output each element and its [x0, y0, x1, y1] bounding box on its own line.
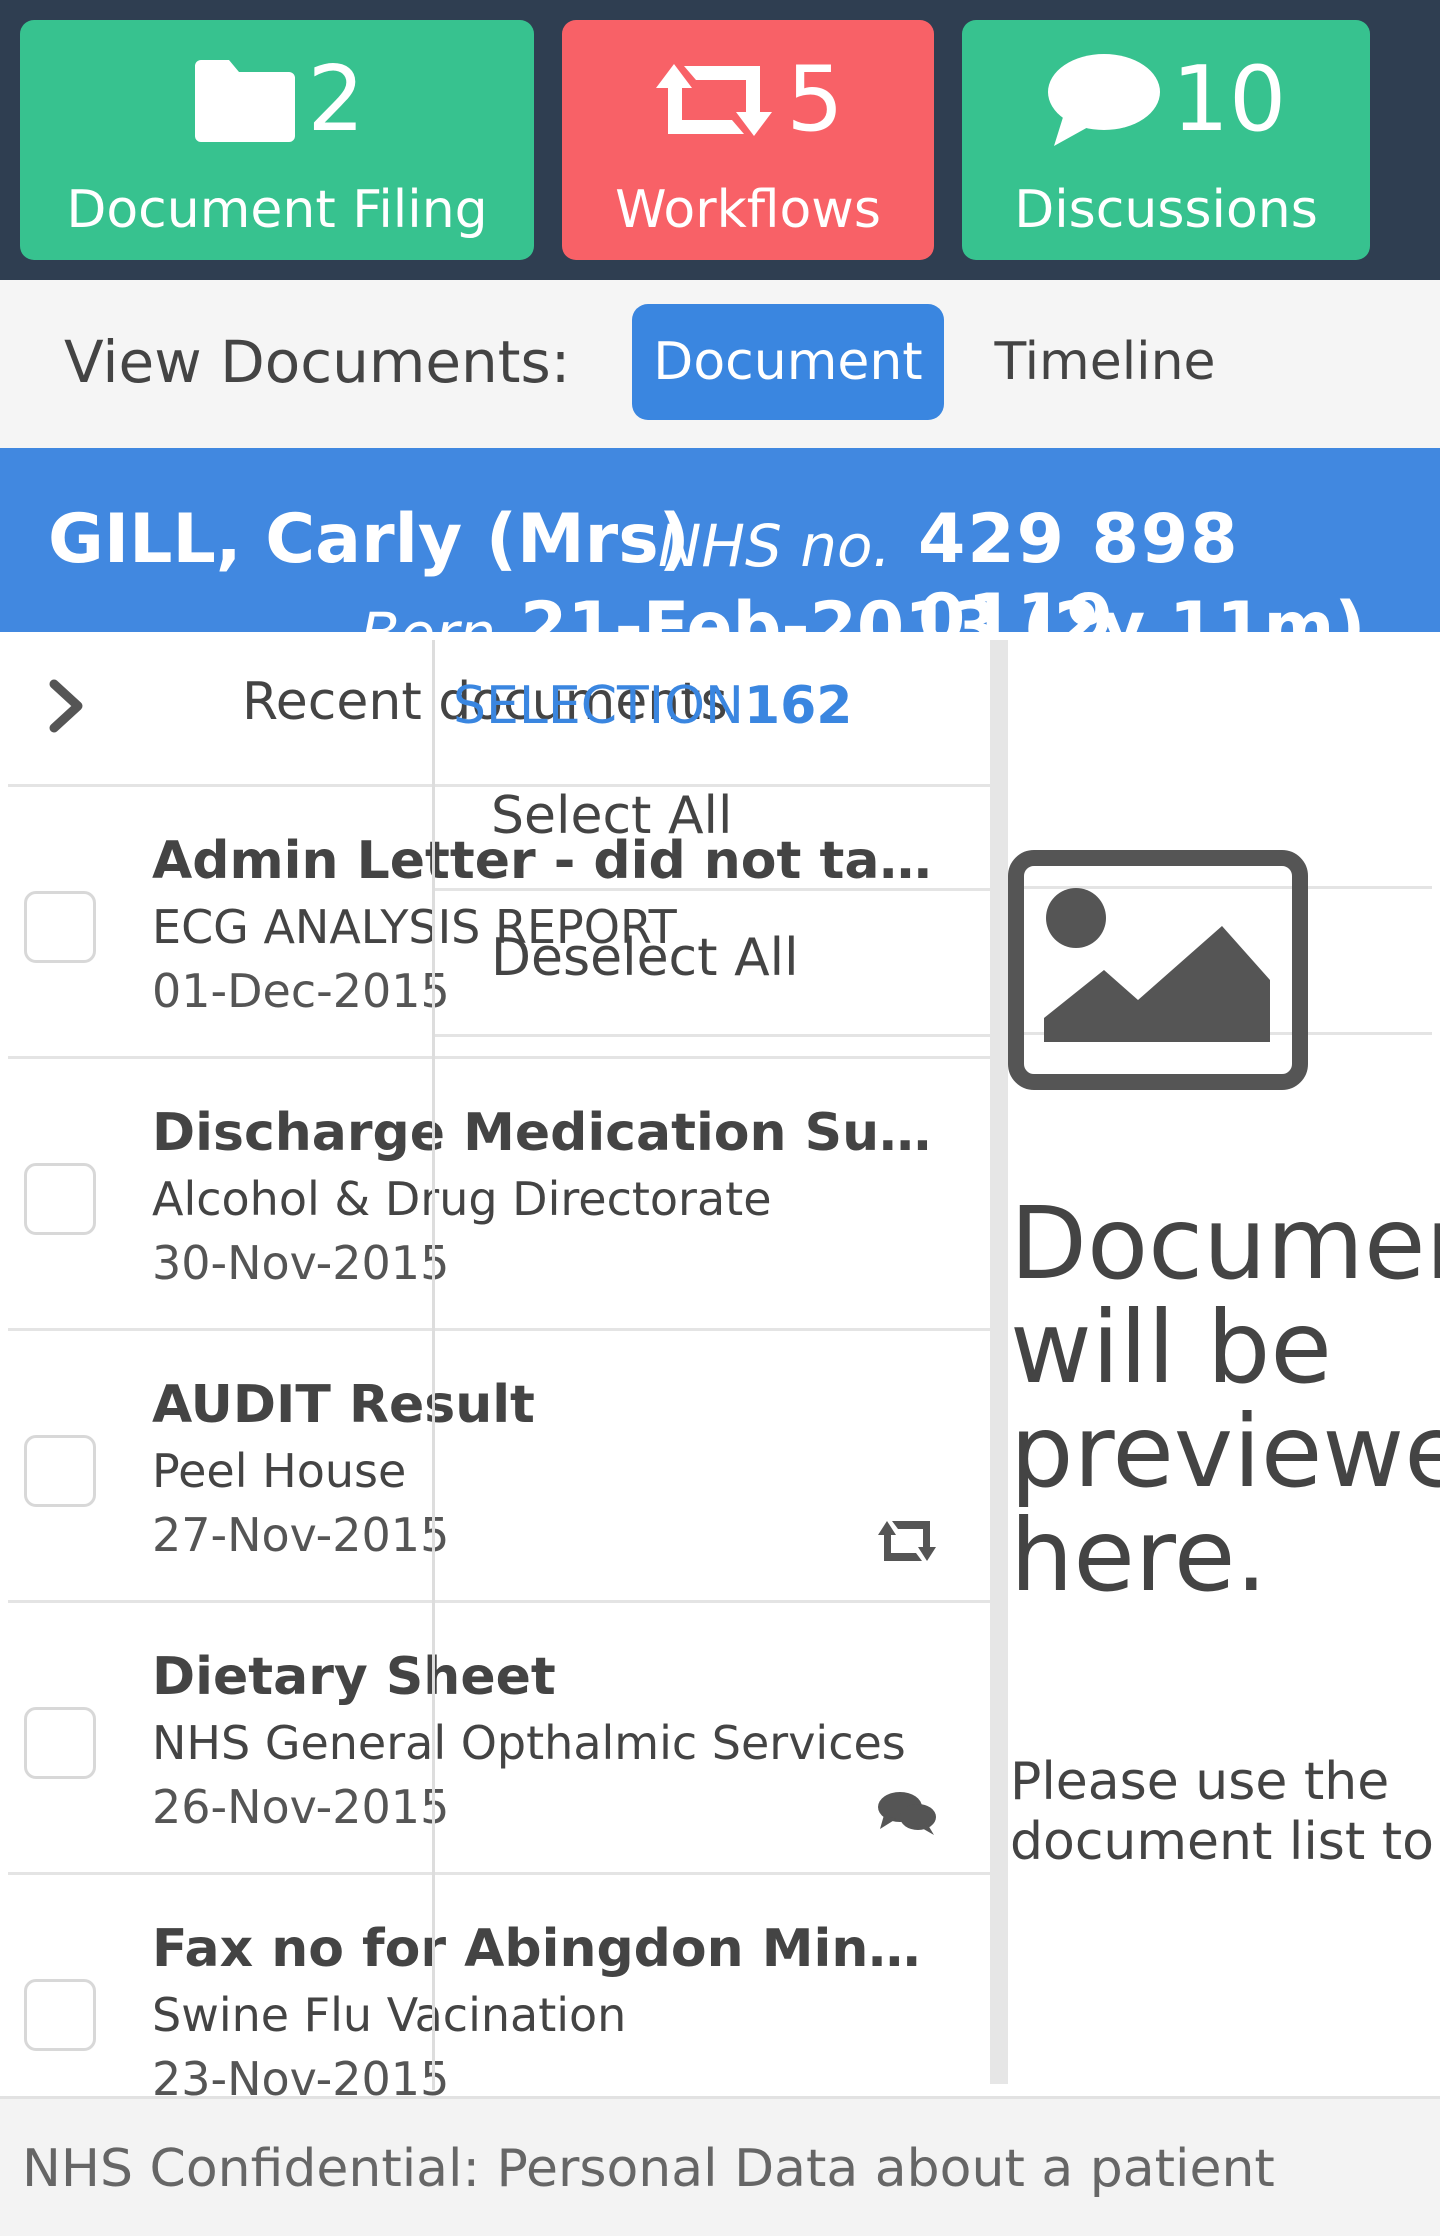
workflows-tile[interactable]: 5 Workflows [562, 20, 934, 260]
document-checkbox[interactable] [24, 1707, 96, 1779]
workflows-count: 5 [786, 47, 844, 152]
patient-banner: GILL, Carly (Mrs) NHS no. 429 898 0119 B… [0, 448, 1440, 632]
document-checkbox[interactable] [24, 891, 96, 963]
comment-icon [1046, 52, 1162, 148]
chevron-right-icon[interactable] [44, 676, 92, 736]
confidentiality-footer: NHS Confidential: Personal Data about a … [0, 2096, 1440, 2236]
born-label: Born [360, 594, 496, 632]
document-preview-pane: Document will be previewed here. Please … [1008, 632, 1440, 2096]
discussions-count: 10 [1171, 47, 1287, 152]
selection-divider [435, 1034, 991, 1037]
document-filing-tile[interactable]: 2 Document Filing [20, 20, 534, 260]
document-date: 26-Nov-2015 [152, 1780, 450, 1834]
selection-title[interactable]: SELECTION162 [453, 676, 852, 736]
document-filing-count: 2 [307, 47, 365, 152]
document-date: 23-Nov-2015 [152, 2052, 450, 2096]
document-filing-label: Document Filing [66, 180, 488, 240]
document-source: Peel House [152, 1444, 407, 1498]
patient-name: GILL, Carly (Mrs) [48, 500, 690, 579]
view-documents-bar: View Documents: Document Timeline [0, 280, 1440, 448]
discussions-tile[interactable]: 10 Discussions [962, 20, 1370, 260]
image-placeholder-icon [1008, 850, 1308, 1090]
selection-label: SELECTION [453, 676, 744, 736]
document-view-button[interactable]: Document [632, 304, 944, 420]
selection-divider [435, 888, 991, 891]
selection-menu: SELECTION162 Select All Deselect All [432, 640, 991, 2090]
selection-count: 162 [743, 676, 853, 736]
top-bar: 2 Document Filing 5 Workflows 10 Discuss… [0, 0, 1440, 280]
document-checkbox[interactable] [24, 1979, 96, 2051]
view-documents-label: View Documents: [64, 328, 571, 396]
deselect-all-option[interactable]: Deselect All [491, 928, 799, 988]
document-checkbox[interactable] [24, 1163, 96, 1235]
document-date: 01-Dec-2015 [152, 964, 450, 1018]
discussions-label: Discussions [1014, 180, 1318, 240]
preview-instructions: Please use the document list to [1010, 1752, 1434, 1872]
timeline-view-button[interactable]: Timeline [980, 304, 1230, 420]
preview-heading: Document will be previewed here. [1010, 1185, 1440, 1614]
nhs-number-label: NHS no. [658, 512, 891, 580]
born-date: 21-Feb-2013 (2y 11m) [520, 588, 1366, 632]
footer-text: NHS Confidential: Personal Data about a … [22, 2139, 1275, 2199]
retweet-icon [652, 58, 776, 142]
folder-icon [189, 56, 297, 144]
document-checkbox[interactable] [24, 1435, 96, 1507]
document-date: 27-Nov-2015 [152, 1508, 450, 1562]
select-all-option[interactable]: Select All [491, 786, 732, 846]
pane-splitter[interactable] [990, 640, 1008, 2084]
document-date: 30-Nov-2015 [152, 1236, 450, 1290]
workflows-label: Workflows [615, 180, 881, 240]
